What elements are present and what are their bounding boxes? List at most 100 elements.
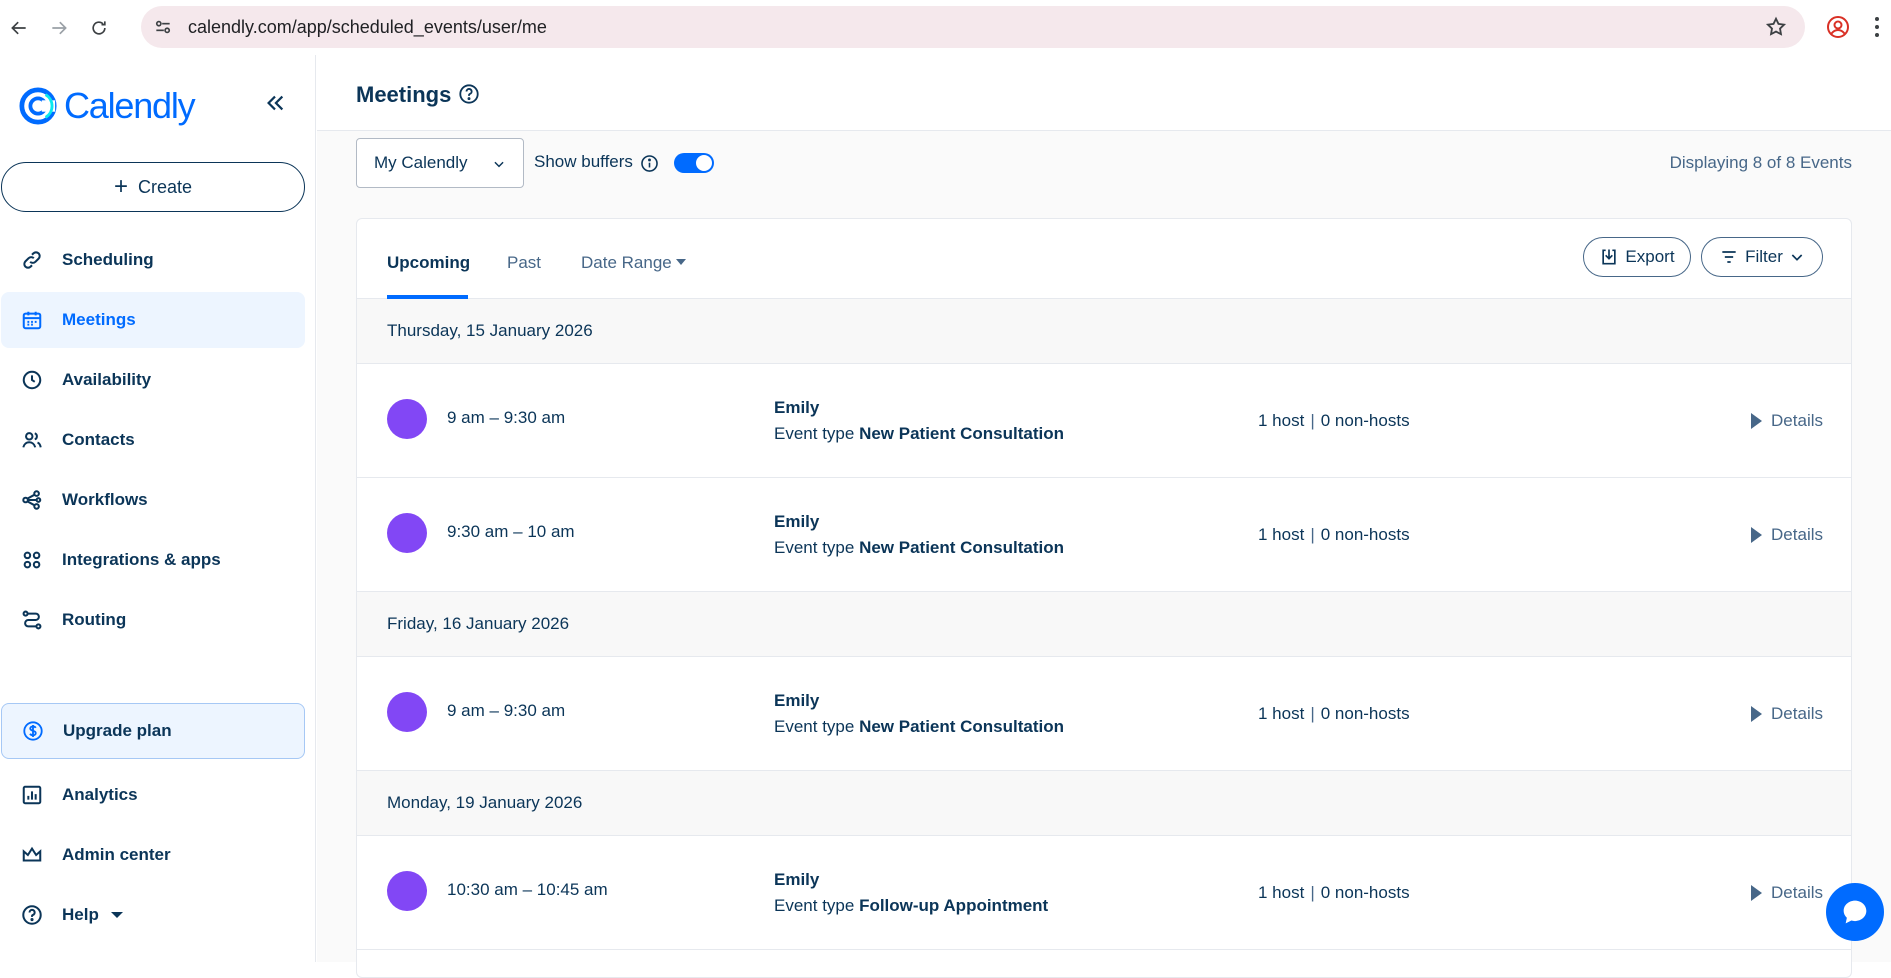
apps-grid-icon [21, 549, 43, 571]
calendly-logo[interactable]: Calendly [19, 85, 196, 127]
details-toggle[interactable]: Details [1751, 704, 1823, 724]
site-settings-icon[interactable] [151, 15, 175, 39]
sidebar-item-routing[interactable]: Routing [1, 592, 305, 648]
play-triangle-icon [1751, 413, 1763, 429]
export-button[interactable]: Export [1583, 237, 1691, 277]
back-arrow-icon[interactable] [2, 11, 36, 45]
events-card: Upcoming Past Date Range Export Filter T… [356, 218, 1852, 978]
event-row[interactable]: 9 am – 9:30 am Emily Event type New Pati… [357, 657, 1851, 771]
sidebar-item-meetings[interactable]: Meetings [1, 292, 305, 348]
event-type: Event type Follow-up Appointment [774, 896, 1049, 915]
event-hosts: 1 host | 0 non-hosts [1258, 704, 1410, 723]
download-icon [1602, 249, 1617, 265]
event-time: 10:30 am – 10:45 am [447, 880, 608, 899]
info-icon[interactable] [640, 154, 659, 173]
invitee-name: Emily [774, 512, 820, 531]
url-text[interactable]: calendly.com/app/scheduled_events/user/m… [188, 17, 547, 38]
upgrade-plan-label: Upgrade plan [63, 721, 172, 740]
sidebar-item-label: Integrations & apps [62, 550, 221, 569]
sidebar-item-label: Scheduling [62, 250, 154, 269]
show-buffers-label: Show buffers [534, 152, 633, 171]
sidebar-item-analytics[interactable]: Analytics [1, 767, 305, 823]
profile-icon[interactable] [1826, 15, 1850, 39]
help-icon [21, 904, 43, 926]
upgrade-plan-button[interactable]: Upgrade plan [1, 703, 305, 759]
caret-down-icon [110, 912, 123, 918]
sidebar-item-workflows[interactable]: Workflows [1, 472, 305, 528]
clock-icon [21, 369, 43, 391]
sidebar-item-label: Admin center [62, 845, 171, 864]
event-row[interactable]: 10:30 am – 10:45 am Emily Event type Fol… [357, 836, 1851, 950]
page-header: Meetings [317, 55, 1891, 131]
filter-icon [1722, 251, 1736, 263]
day-header: Monday, 19 January 2026 [357, 771, 1851, 836]
event-type: Event type New Patient Consultation [774, 538, 1065, 557]
chevron-down-icon [1791, 254, 1803, 261]
create-label: Create [137, 176, 193, 197]
brand-name: Calendly [64, 85, 196, 126]
routing-icon [21, 609, 43, 631]
day-header: Thursday, 15 January 2026 [357, 299, 1851, 364]
users-icon [21, 429, 43, 451]
invitee-name: Emily [774, 398, 820, 417]
toggle-knob [695, 154, 713, 172]
invitee-name: Emily [774, 870, 820, 889]
filter-label: Filter [1745, 247, 1783, 266]
details-toggle[interactable]: Details [1751, 411, 1823, 431]
event-hosts: 1 host | 0 non-hosts [1258, 411, 1410, 430]
calendar-select[interactable]: My Calendly [356, 138, 524, 188]
dollar-icon [22, 720, 44, 742]
bookmark-star-icon[interactable] [1765, 16, 1787, 38]
plus-icon: + [113, 173, 128, 200]
chat-support-button[interactable] [1826, 883, 1884, 941]
display-count: Displaying 8 of 8 Events [1669, 153, 1852, 172]
event-row[interactable]: 9 am – 9:30 am Emily Event type New Pati… [357, 364, 1851, 478]
sidebar-item-label: Availability [62, 370, 152, 389]
help-circle-icon[interactable] [458, 83, 480, 105]
calendar-icon [21, 309, 43, 331]
details-toggle[interactable]: Details [1751, 525, 1823, 545]
sidebar-item-integrations[interactable]: Integrations & apps [1, 532, 305, 588]
collapse-sidebar-icon[interactable] [264, 92, 286, 114]
event-row[interactable]: 9:30 am – 10 am Emily Event type New Pat… [357, 478, 1851, 592]
sidebar-item-label: Routing [62, 610, 127, 629]
sidebar-item-availability[interactable]: Availability [1, 352, 305, 408]
forward-arrow-icon[interactable] [42, 11, 76, 45]
play-triangle-icon [1751, 885, 1763, 901]
day-date: Thursday, 15 January 2026 [387, 321, 593, 340]
calendar-select-value: My Calendly [374, 153, 468, 172]
day-date: Monday, 19 January 2026 [387, 793, 583, 812]
sidebar-item-admin-center[interactable]: Admin center [1, 827, 305, 883]
browser-menu-icon[interactable] [1872, 15, 1882, 39]
main-content: Meetings My Calendly Show buffers Displa… [317, 55, 1891, 978]
sidebar-item-contacts[interactable]: Contacts [1, 412, 305, 468]
event-time: 9:30 am – 10 am [447, 522, 575, 541]
tab-date-range[interactable]: Date Range [581, 253, 686, 273]
date-range-label: Date Range [581, 253, 672, 272]
event-color-dot [387, 692, 427, 732]
filter-button[interactable]: Filter [1701, 237, 1823, 277]
caret-down-icon [675, 258, 686, 265]
event-time: 9 am – 9:30 am [447, 408, 566, 427]
details-toggle[interactable]: Details [1751, 883, 1823, 903]
sidebar-item-scheduling[interactable]: Scheduling [1, 232, 305, 288]
page-title: Meetings [356, 82, 452, 107]
browser-toolbar: calendly.com/app/scheduled_events/user/m… [0, 0, 1891, 55]
sidebar-item-label: Meetings [62, 310, 136, 329]
tab-past[interactable]: Past [507, 253, 541, 273]
crown-icon [21, 844, 43, 866]
workflow-icon [21, 489, 43, 511]
tab-upcoming[interactable]: Upcoming [387, 253, 470, 273]
reload-icon[interactable] [82, 11, 116, 45]
event-hosts: 1 host | 0 non-hosts [1258, 525, 1410, 544]
chat-bubble-icon [1843, 900, 1867, 924]
create-button[interactable]: + Create [1, 162, 305, 212]
sidebar-item-help[interactable]: Help [1, 887, 305, 943]
address-bar[interactable]: calendly.com/app/scheduled_events/user/m… [141, 6, 1805, 48]
sidebar-item-label: Contacts [62, 430, 135, 449]
events-tabs: Upcoming Past Date Range Export Filter [357, 219, 1851, 299]
event-hosts: 1 host | 0 non-hosts [1258, 883, 1410, 902]
show-buffers-toggle[interactable] [674, 153, 714, 173]
export-label: Export [1625, 247, 1675, 266]
sidebar-item-label: Workflows [62, 490, 148, 509]
